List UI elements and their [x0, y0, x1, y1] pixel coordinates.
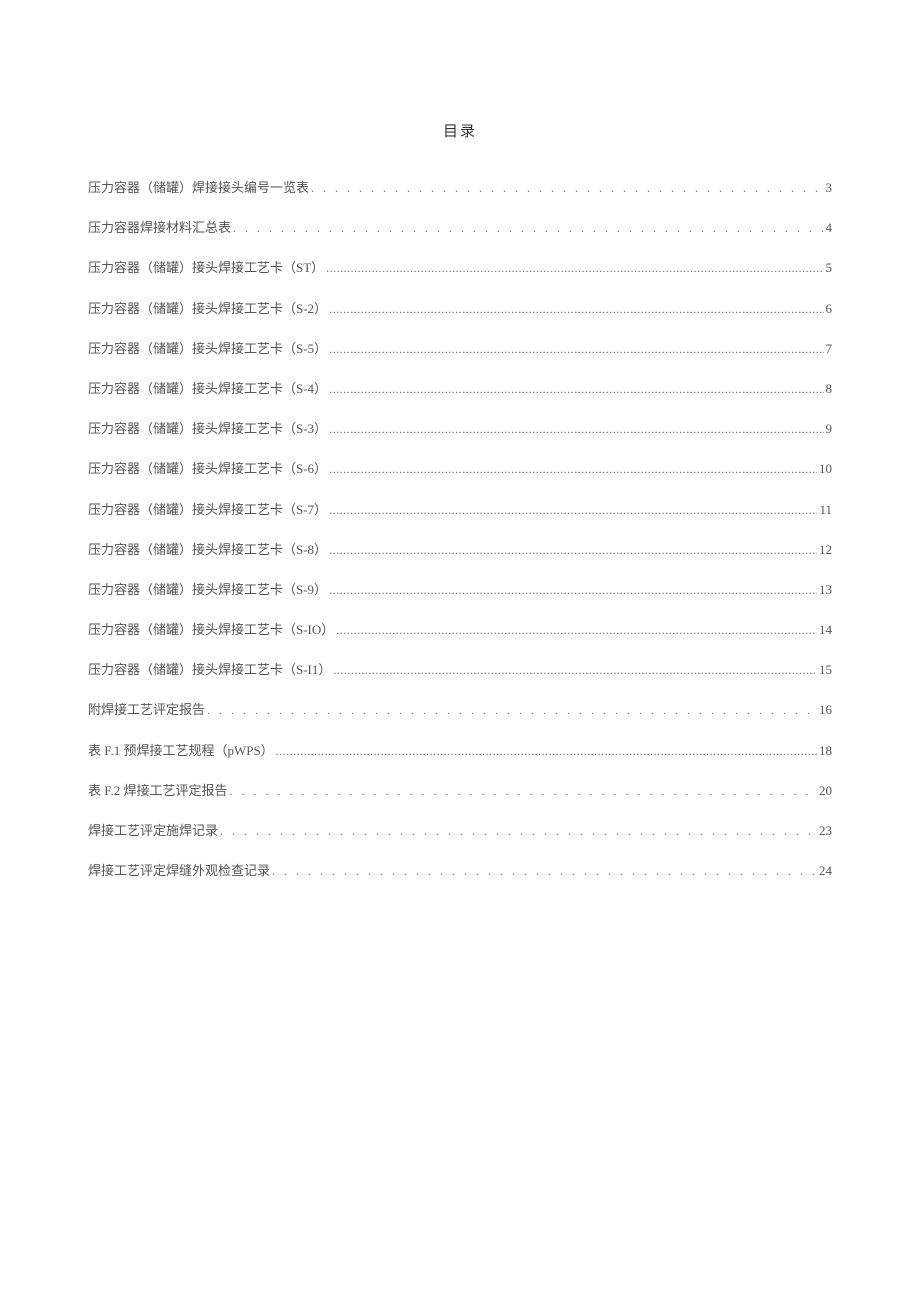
toc-entry-label: 压力容器（储罐）接头焊接工艺卡（S-7）: [88, 501, 327, 519]
toc-entry-label: 压力容器焊接材料汇总表: [88, 219, 231, 237]
toc-entry-label: 压力容器（储罐）接头焊接工艺卡（S-9）: [88, 581, 327, 599]
toc-entry-page: 5: [826, 259, 833, 277]
toc-entry-page: 14: [819, 621, 832, 639]
toc-leader-dots: ........................................…: [329, 502, 817, 519]
toc-list: 压力容器（储罐）焊接接头编号一览表 . . . . . . . . . . . …: [88, 179, 832, 880]
toc-entry-label: 压力容器（储罐）接头焊接工艺卡（S-8）: [88, 541, 327, 559]
toc-leader-dots: ........................................…: [329, 341, 823, 358]
toc-item: 压力容器（储罐）接头焊接工艺卡（S-7）....................…: [88, 501, 832, 519]
toc-item: 压力容器（储罐）接头焊接工艺卡（S-9）....................…: [88, 581, 832, 599]
toc-entry-page: 24: [819, 862, 832, 880]
toc-item: 焊接工艺评定焊缝外观检查记录 . . . . . . . . . . . . .…: [88, 862, 832, 880]
toc-item: 表 F.1 预焊接工艺规程（pWPS）.....................…: [88, 742, 832, 760]
toc-entry-page: 13: [819, 581, 832, 599]
toc-entry-page: 7: [826, 340, 833, 358]
toc-entry-label: 压力容器（储罐）接头焊接工艺卡（S-3）: [88, 420, 327, 438]
toc-leader-dots: . . . . . . . . . . . . . . . . . . . . …: [220, 823, 817, 840]
toc-entry-label: 焊接工艺评定施焊记录: [88, 822, 218, 840]
toc-leader-dots: ........................................…: [329, 381, 823, 398]
toc-entry-page: 6: [826, 300, 833, 318]
toc-entry-label: 附焊接工艺评定报告: [88, 701, 205, 719]
toc-leader-dots: ........................................…: [329, 301, 823, 318]
toc-entry-page: 18: [819, 742, 832, 760]
toc-leader-dots: . . . . . . . . . . . . . . . . . . . . …: [229, 783, 817, 800]
toc-leader-dots: ........................................…: [336, 622, 817, 639]
toc-title: 目录: [88, 120, 832, 141]
toc-entry-label: 表 F.2 焊接工艺评定报告: [88, 782, 227, 800]
toc-item: 压力容器（储罐）接头焊接工艺卡（S-3）....................…: [88, 420, 832, 438]
toc-leader-dots: ........................................…: [276, 743, 817, 760]
toc-entry-label: 压力容器（储罐）接头焊接工艺卡（S-2）: [88, 300, 327, 318]
toc-item: 压力容器（储罐）接头焊接工艺卡（S-5）....................…: [88, 340, 832, 358]
toc-item: 压力容器焊接材料汇总表 . . . . . . . . . . . . . . …: [88, 219, 832, 237]
toc-leader-dots: ........................................…: [329, 461, 817, 478]
toc-item: 压力容器（储罐）接头焊接工艺卡（S-6）....................…: [88, 460, 832, 478]
toc-entry-label: 压力容器（储罐）焊接接头编号一览表: [88, 179, 309, 197]
toc-leader-dots: . . . . . . . . . . . . . . . . . . . . …: [207, 702, 817, 719]
toc-item: 焊接工艺评定施焊记录 . . . . . . . . . . . . . . .…: [88, 822, 832, 840]
document-page: 目录 压力容器（储罐）焊接接头编号一览表 . . . . . . . . . .…: [0, 0, 920, 880]
toc-item: 压力容器（储罐）接头焊接工艺卡（S-IO）...................…: [88, 621, 832, 639]
toc-entry-label: 压力容器（储罐）接头焊接工艺卡（S-I1）: [88, 661, 331, 679]
toc-entry-label: 压力容器（储罐）接头焊接工艺卡（ST）: [88, 259, 324, 277]
toc-entry-page: 16: [819, 701, 832, 719]
toc-item: 压力容器（储罐）接头焊接工艺卡（S-2）....................…: [88, 300, 832, 318]
toc-item: 压力容器（储罐）焊接接头编号一览表 . . . . . . . . . . . …: [88, 179, 832, 197]
toc-leader-dots: ........................................…: [326, 260, 823, 277]
toc-item: 压力容器（储罐）接头焊接工艺卡（S-8）....................…: [88, 541, 832, 559]
toc-entry-label: 表 F.1 预焊接工艺规程（pWPS）: [88, 742, 274, 760]
toc-entry-label: 焊接工艺评定焊缝外观检查记录: [88, 862, 270, 880]
toc-entry-page: 8: [826, 380, 833, 398]
toc-item: 表 F.2 焊接工艺评定报告 . . . . . . . . . . . . .…: [88, 782, 832, 800]
toc-entry-page: 11: [819, 501, 832, 519]
toc-entry-page: 12: [819, 541, 832, 559]
toc-item: 压力容器（储罐）接头焊接工艺卡（S-4）....................…: [88, 380, 832, 398]
toc-leader-dots: ........................................…: [329, 542, 817, 559]
toc-item: 附焊接工艺评定报告 . . . . . . . . . . . . . . . …: [88, 701, 832, 719]
toc-entry-page: 23: [819, 822, 832, 840]
toc-entry-label: 压力容器（储罐）接头焊接工艺卡（S-6）: [88, 460, 327, 478]
toc-entry-label: 压力容器（储罐）接头焊接工艺卡（S-IO）: [88, 621, 334, 639]
toc-entry-page: 3: [826, 179, 833, 197]
toc-leader-dots: . . . . . . . . . . . . . . . . . . . . …: [311, 180, 823, 197]
toc-entry-page: 20: [819, 782, 832, 800]
toc-item: 压力容器（储罐）接头焊接工艺卡（ST）.....................…: [88, 259, 832, 277]
toc-leader-dots: ........................................…: [333, 662, 817, 679]
toc-entry-page: 15: [819, 661, 832, 679]
toc-entry-page: 4: [826, 219, 833, 237]
toc-item: 压力容器（储罐）接头焊接工艺卡（S-I1）...................…: [88, 661, 832, 679]
toc-entry-page: 10: [819, 460, 832, 478]
toc-entry-label: 压力容器（储罐）接头焊接工艺卡（S-5）: [88, 340, 327, 358]
toc-entry-page: 9: [826, 420, 833, 438]
toc-entry-label: 压力容器（储罐）接头焊接工艺卡（S-4）: [88, 380, 327, 398]
toc-leader-dots: ........................................…: [329, 582, 817, 599]
toc-leader-dots: . . . . . . . . . . . . . . . . . . . . …: [272, 863, 817, 880]
toc-leader-dots: . . . . . . . . . . . . . . . . . . . . …: [233, 220, 823, 237]
toc-leader-dots: ........................................…: [329, 421, 823, 438]
